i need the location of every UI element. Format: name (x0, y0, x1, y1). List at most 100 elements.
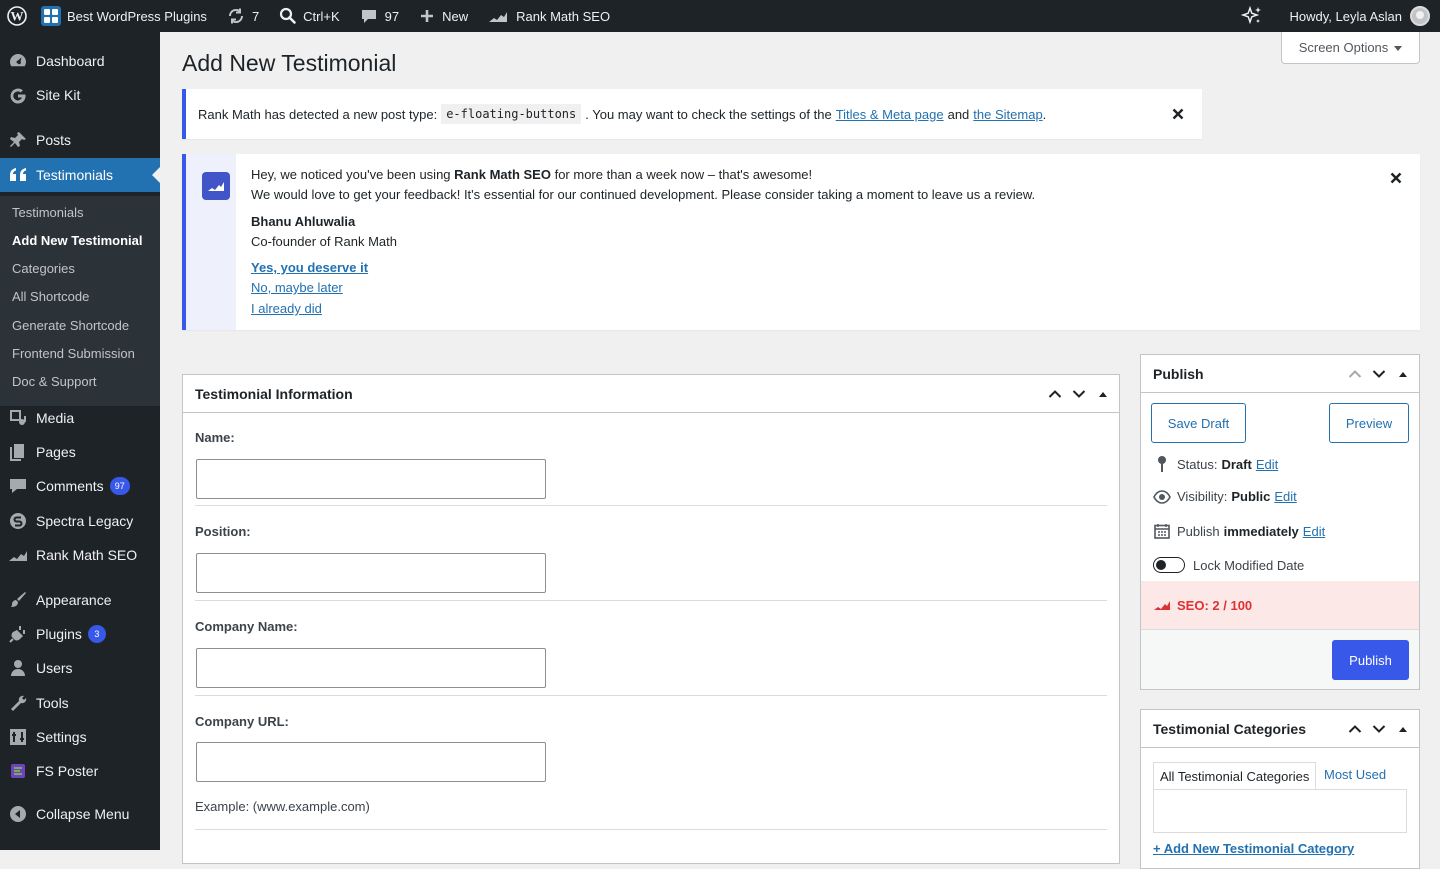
screen-options-button[interactable]: Screen Options (1281, 32, 1420, 64)
menu-item-tools[interactable]: Tools (0, 686, 160, 720)
close-icon[interactable] (1168, 104, 1188, 124)
menu-item-fs-poster[interactable]: FS Poster (0, 754, 160, 788)
company-name-input[interactable] (196, 648, 546, 688)
publish-button[interactable]: Publish (1332, 640, 1409, 680)
menu-item-users[interactable]: Users (0, 651, 160, 685)
name-input[interactable] (196, 459, 546, 499)
review-line-1: Hey, we noticed you've been using Rank M… (251, 167, 812, 182)
preview-button[interactable]: Preview (1329, 403, 1409, 443)
comments-link[interactable]: 97 (353, 0, 406, 32)
sitemap-link[interactable]: the Sitemap (973, 107, 1042, 122)
publish-box: Publish Save Draft Preview Status: Draft… (1140, 354, 1420, 690)
testimonial-information-box: Testimonial Information Name: Position: … (182, 374, 1120, 864)
notice-text: Rank Math has detected a new post type: (198, 107, 437, 122)
notice-text: and (948, 107, 970, 122)
submenu-item-all-shortcode[interactable]: All Shortcode (12, 289, 89, 304)
submenu-item-frontend-submission[interactable]: Frontend Submission (12, 346, 135, 361)
company-name-label: Company Name: (195, 619, 298, 634)
menu-item-comments[interactable]: Comments 97 (0, 469, 160, 503)
rank-math-link[interactable]: Rank Math SEO (481, 0, 617, 32)
tab-most-used[interactable]: Most Used (1324, 767, 1386, 782)
save-draft-button[interactable]: Save Draft (1151, 403, 1246, 443)
menu-item-posts[interactable]: Posts (0, 123, 160, 157)
metabox-header: Publish (1141, 355, 1419, 393)
lock-modified-row: Lock Modified Date (1153, 557, 1304, 573)
site-logo-icon (41, 6, 61, 26)
menu-item-collapse[interactable]: Collapse Menu (0, 797, 160, 831)
toggle-panel-icon[interactable] (1391, 356, 1415, 392)
move-up-icon[interactable] (1343, 711, 1367, 747)
review-yes-link[interactable]: Yes, you deserve it (251, 260, 368, 275)
site-name: Best WordPress Plugins (67, 9, 207, 24)
review-later-link[interactable]: No, maybe later (251, 280, 343, 295)
new-content-link[interactable]: New (412, 0, 475, 32)
publish-date-row: Publish immediately Edit (1153, 523, 1325, 539)
rank-math-icon (488, 8, 508, 24)
menu-item-media[interactable]: Media (0, 401, 160, 435)
review-did-link[interactable]: I already did (251, 301, 322, 316)
search-icon (279, 7, 297, 25)
menu-label: FS Poster (36, 763, 98, 779)
menu-item-testimonials[interactable]: Testimonials (0, 158, 160, 192)
position-label: Position: (195, 524, 251, 539)
edit-visibility-link[interactable]: Edit (1274, 489, 1296, 504)
menu-item-appearance[interactable]: Appearance (0, 583, 160, 617)
seo-score-row[interactable]: SEO: 2 / 100 (1141, 581, 1419, 629)
menu-label: Users (36, 660, 73, 676)
google-icon (0, 85, 36, 105)
tab-all-categories[interactable]: All Testimonial Categories (1153, 762, 1316, 789)
menu-item-dashboard[interactable]: Dashboard (0, 44, 160, 78)
plugins-badge: 3 (88, 625, 106, 643)
menu-item-rank-math-seo[interactable]: Rank Math SEO (0, 538, 160, 572)
submenu-item-doc-support[interactable]: Doc & Support (12, 374, 97, 389)
search-link[interactable]: Ctrl+K (272, 0, 346, 32)
comment-icon (0, 476, 36, 496)
wrench-icon (0, 693, 36, 713)
submenu-item-testimonials[interactable]: Testimonials (12, 205, 84, 220)
brush-icon (0, 590, 36, 610)
close-icon[interactable] (1386, 168, 1406, 188)
menu-label: Dashboard (36, 53, 105, 69)
ai-sparkle-icon[interactable] (1234, 0, 1283, 32)
move-up-icon[interactable] (1343, 356, 1367, 392)
company-url-label: Company URL: (195, 714, 289, 729)
move-up-icon[interactable] (1043, 376, 1067, 412)
review-line-2: We would love to get your feedback! It's… (251, 187, 1035, 202)
menu-item-plugins[interactable]: Plugins 3 (0, 617, 160, 651)
move-down-icon[interactable] (1367, 711, 1391, 747)
name-label: Name: (195, 430, 235, 445)
review-author-role: Co-founder of Rank Math (251, 234, 397, 249)
toggle-panel-icon[interactable] (1391, 711, 1415, 747)
status-label: Status: (1177, 457, 1217, 472)
calendar-icon (1153, 523, 1171, 539)
my-account-link[interactable]: Howdy, Leyla Aslan (1283, 0, 1440, 32)
submenu-item-generate-shortcode[interactable]: Generate Shortcode (12, 318, 129, 333)
menu-label: Appearance (36, 592, 112, 608)
menu-item-settings[interactable]: Settings (0, 720, 160, 754)
user-icon (0, 658, 36, 678)
submenu-item-categories[interactable]: Categories (12, 261, 75, 276)
submenu-item-add-new-testimonial[interactable]: Add New Testimonial (12, 233, 143, 248)
comment-icon (360, 7, 378, 25)
divider (195, 695, 1107, 696)
wordpress-logo-icon[interactable]: W (0, 0, 34, 32)
updates-link[interactable]: 7 (220, 0, 266, 32)
menu-item-spectra-legacy[interactable]: Spectra Legacy (0, 504, 160, 538)
menu-item-pages[interactable]: Pages (0, 435, 160, 469)
move-down-icon[interactable] (1367, 356, 1391, 392)
menu-label: Spectra Legacy (36, 513, 133, 529)
position-input[interactable] (196, 553, 546, 593)
edit-status-link[interactable]: Edit (1256, 457, 1278, 472)
move-down-icon[interactable] (1067, 376, 1091, 412)
edit-publish-date-link[interactable]: Edit (1303, 524, 1325, 539)
company-url-input[interactable] (196, 742, 546, 782)
visibility-row: Visibility: Public Edit (1153, 489, 1297, 504)
site-name-link[interactable]: Best WordPress Plugins (34, 0, 214, 32)
menu-item-site-kit[interactable]: Site Kit (0, 78, 160, 112)
lock-modified-toggle[interactable] (1153, 557, 1185, 573)
add-new-category-link[interactable]: + Add New Testimonial Category (1153, 841, 1354, 856)
toggle-panel-icon[interactable] (1091, 376, 1115, 412)
titles-meta-link[interactable]: Titles & Meta page (836, 107, 944, 122)
divider (195, 600, 1107, 601)
metabox-header: Testimonial Information (183, 375, 1119, 413)
